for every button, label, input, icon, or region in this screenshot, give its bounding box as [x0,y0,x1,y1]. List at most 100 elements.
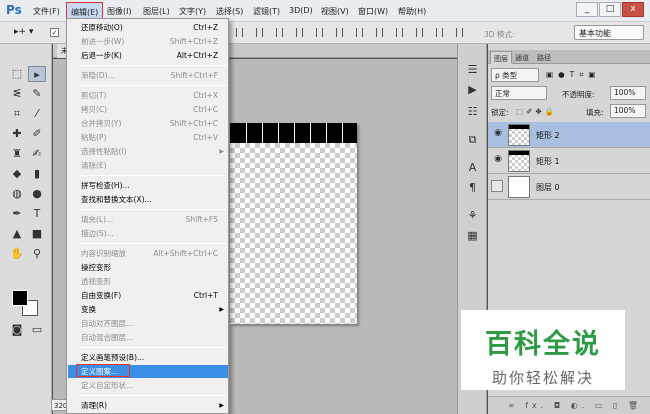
auto-align-icon[interactable] [456,28,463,37]
menu-stroke[interactable]: 描边(S)... [68,227,228,240]
adjustments-panel-icon[interactable]: ☷ [465,104,480,119]
eraser-tool-icon[interactable]: ◆ [8,166,26,182]
layer-row[interactable]: ◉ 矩形 1 [488,148,650,174]
distribute-icon[interactable] [316,28,323,37]
history-brush-icon[interactable]: ✍ [28,146,46,162]
move-tool-icon[interactable]: ▸ [28,66,46,82]
menu-copy[interactable]: 拷贝(C) Ctrl+C [68,103,228,116]
layers-panel-footer[interactable]: ∞ fx. ◘ ◐. ▭ ▯ 🗑 [488,396,650,414]
layer-row[interactable]: 图层 0 [488,174,650,200]
menu-auto-blend-layers[interactable]: 自动混合图层... [68,331,228,344]
lock-icons[interactable]: ⬚✐✥🔒 [516,107,557,116]
menu-purge[interactable]: 清理(R) ▶ [68,399,228,412]
document-canvas[interactable] [230,123,357,324]
align-icon[interactable] [276,28,283,37]
styles-panel-icon[interactable]: ⚘ [465,208,480,223]
opacity-input[interactable]: 100% [610,86,646,100]
foreground-color[interactable] [12,290,28,306]
menu-define-custom-shape[interactable]: 定义自定形状... [68,379,228,392]
menu-help[interactable]: 帮助(H) [398,6,426,17]
properties-panel-icon[interactable]: ⧉ [465,132,480,147]
healing-brush-icon[interactable]: ✚ [8,126,26,142]
distribute-icon[interactable] [416,28,423,37]
tab-layers[interactable]: 图层 [490,51,512,64]
menu-find-replace[interactable]: 查找和替换文本(X)... [68,193,228,206]
move-tool-preset-icon[interactable]: ▸+ ▾ [14,27,33,37]
tab-channels[interactable]: 通道 [512,51,532,64]
auto-select-checkbox[interactable]: ✓ [50,28,59,37]
blend-mode-select[interactable]: 正常 [491,86,547,100]
distribute-icon[interactable] [356,28,363,37]
path-select-icon[interactable]: ▲ [8,226,26,242]
distribute-icon[interactable] [376,28,383,37]
menu-layer[interactable]: 图层(L) [143,6,170,17]
fill-input[interactable]: 100% [610,104,646,118]
minimize-button[interactable]: _ [576,2,598,17]
menu-fill[interactable]: 填充(L)... Shift+F5 [68,213,228,226]
actions-panel-icon[interactable]: ▶ [465,82,480,97]
lasso-tool-icon[interactable]: ᓬ [8,86,26,102]
menu-fade[interactable]: 渐隐(D)... Shift+Ctrl+F [68,69,228,82]
menu-paste-special[interactable]: 选择性粘贴(I) ▶ [68,145,228,158]
menu-clear[interactable]: 清除(E) [68,159,228,172]
menu-step-forward[interactable]: 前进一步(W) Shift+Ctrl+Z [68,35,228,48]
layer-filter-select[interactable]: ρ 类型 [491,68,539,82]
menu-step-backward[interactable]: 后退一步(K) Alt+Ctrl+Z [68,49,228,62]
screen-mode-icon[interactable]: ▭ [28,322,46,338]
menu-spell-check[interactable]: 拼写检查(H)... [68,179,228,192]
align-icon[interactable] [236,28,243,37]
menu-file[interactable]: 文件(F) [33,6,60,17]
menu-cut[interactable]: 剪切(T) Ctrl+X [68,89,228,102]
tab-paths[interactable]: 路径 [534,51,554,64]
menu-type[interactable]: 文字(Y) [179,6,206,17]
menu-paste[interactable]: 粘贴(P) Ctrl+V [68,131,228,144]
marquee-tool-icon[interactable]: ⬚ [8,66,26,82]
align-icon[interactable] [296,28,303,37]
menu-filter[interactable]: 滤镜(T) [253,6,280,17]
menu-transform[interactable]: 变换 ▶ [68,303,228,316]
menu-copy-merged[interactable]: 合并拷贝(Y) Shift+Ctrl+C [68,117,228,130]
quick-select-tool-icon[interactable]: ✎ [28,86,46,102]
crop-tool-icon[interactable]: ⌗ [8,106,26,122]
pen-tool-icon[interactable]: ✒ [8,206,26,222]
menu-perspective-warp[interactable]: 透视变形 [68,275,228,288]
quick-mask-icon[interactable]: ◙ [8,322,26,338]
workspace-select[interactable]: 基本功能 [574,25,644,40]
swatches-panel-icon[interactable]: ▦ [465,228,480,243]
close-button[interactable]: x [622,2,644,17]
shape-tool-icon[interactable]: ■ [28,226,46,242]
clone-stamp-icon[interactable]: ♜ [8,146,26,162]
hand-tool-icon[interactable]: ✋ [8,246,26,262]
layer-row[interactable]: ◉ 矩形 2 [488,122,650,148]
gradient-tool-icon[interactable]: ▮ [28,166,46,182]
menu-free-transform[interactable]: 自由变换(F) Ctrl+T [68,289,228,302]
distribute-icon[interactable] [396,28,403,37]
menu-auto-align-layers[interactable]: 自动对齐图层... [68,317,228,330]
eyedropper-tool-icon[interactable]: ⁄ [28,106,46,122]
menu-3d[interactable]: 3D(D) [289,6,313,15]
menu-content-aware-scale[interactable]: 内容识别缩放 Alt+Shift+Ctrl+C [68,247,228,260]
filter-icons[interactable]: ▣●T⌗▣ [546,70,601,80]
dodge-tool-icon[interactable]: ● [28,186,46,202]
menu-image[interactable]: 图像(I) [107,6,132,17]
zoom-tool-icon[interactable]: ⚲ [28,246,46,262]
visibility-toggle[interactable] [491,180,503,192]
menu-undo-move[interactable]: 还原移动(O) Ctrl+Z [68,21,228,34]
maximize-button[interactable]: □ [599,2,621,17]
distribute-icon[interactable] [336,28,343,37]
history-panel-icon[interactable]: ☰ [465,62,480,77]
paragraph-panel-icon[interactable]: ¶ [465,180,480,195]
align-icon[interactable] [256,28,263,37]
type-tool-icon[interactable]: T [28,206,46,222]
menu-view[interactable]: 视图(V) [321,6,349,17]
eye-icon[interactable]: ◉ [492,154,504,167]
distribute-icon[interactable] [436,28,443,37]
menu-define-brush[interactable]: 定义画笔预设(B)... [68,351,228,364]
menu-puppet-warp[interactable]: 操控变形 [68,261,228,274]
eye-icon[interactable]: ◉ [492,128,504,141]
brush-tool-icon[interactable]: ✐ [28,126,46,142]
menu-window[interactable]: 窗口(W) [358,6,388,17]
menu-select[interactable]: 选择(S) [216,6,243,17]
blur-tool-icon[interactable]: ◍ [8,186,26,202]
character-panel-icon[interactable]: A [465,160,480,175]
